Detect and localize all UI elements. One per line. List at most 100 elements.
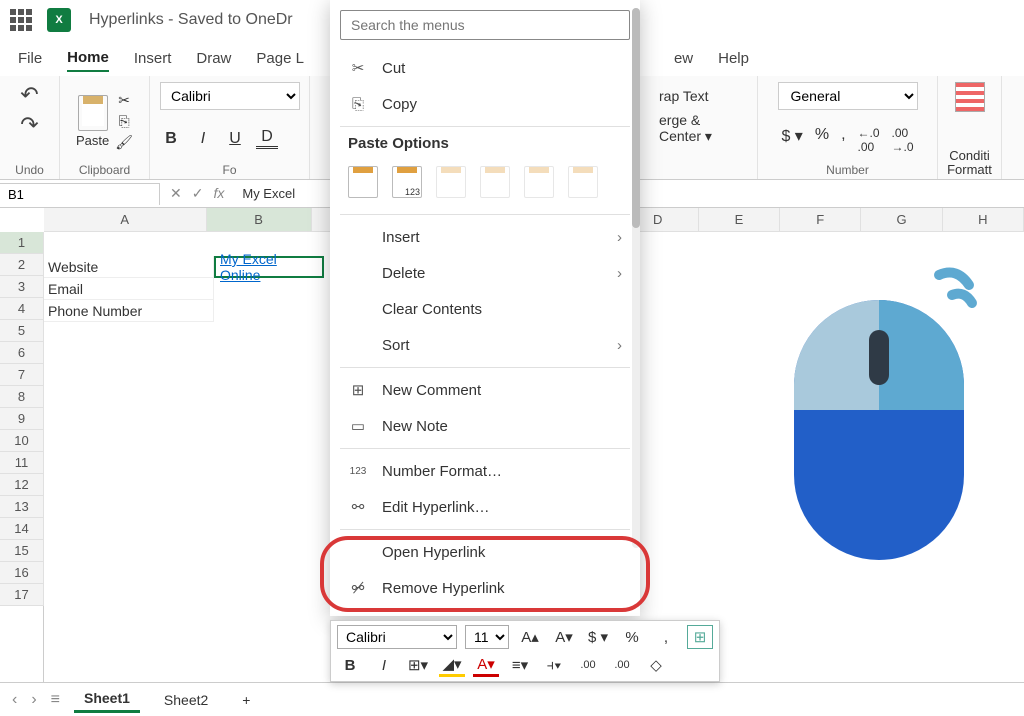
row-header-3[interactable]: 3 bbox=[0, 276, 44, 298]
context-open-hyperlink[interactable]: Open Hyperlink bbox=[330, 534, 640, 570]
mini-fill-color[interactable]: ◢▾ bbox=[439, 653, 465, 677]
paste-values-icon[interactable]: 123 bbox=[392, 166, 422, 198]
tab-draw[interactable]: Draw bbox=[196, 46, 231, 71]
col-header-g[interactable]: G bbox=[861, 208, 942, 232]
cancel-formula-icon[interactable]: ✕ bbox=[170, 185, 182, 202]
cell-a1[interactable]: Website bbox=[44, 256, 214, 278]
sheet-all-icon[interactable]: ≡ bbox=[51, 691, 60, 709]
context-copy[interactable]: ⎘Copy bbox=[330, 86, 640, 122]
cut-icon[interactable]: ✂ bbox=[118, 92, 130, 109]
context-remove-hyperlink[interactable]: ⚯̸Remove Hyperlink bbox=[330, 570, 640, 606]
name-box[interactable] bbox=[0, 183, 160, 205]
mini-borders-icon[interactable]: ⊞▾ bbox=[405, 653, 431, 677]
wrap-text-button[interactable]: rap Text bbox=[659, 88, 737, 104]
conditional-formatting-icon[interactable] bbox=[955, 82, 985, 112]
add-sheet-button[interactable]: + bbox=[232, 688, 260, 712]
tab-file[interactable]: File bbox=[18, 46, 42, 71]
row-header-14[interactable]: 14 bbox=[0, 518, 44, 540]
mini-table-icon[interactable]: ⊞ bbox=[687, 625, 713, 649]
cell-b1-active[interactable]: My Excel Online bbox=[214, 256, 324, 278]
mini-percent[interactable]: % bbox=[619, 625, 645, 649]
mini-merge-icon[interactable]: ⫞▾ bbox=[541, 653, 567, 677]
mini-grow-font[interactable]: A▴ bbox=[517, 625, 543, 649]
formula-value-fragment[interactable]: My Excel bbox=[234, 186, 303, 201]
tab-home[interactable]: Home bbox=[67, 45, 109, 72]
tab-insert[interactable]: Insert bbox=[134, 46, 172, 71]
mini-font-color[interactable]: A▾ bbox=[473, 653, 499, 677]
context-delete[interactable]: Delete› bbox=[330, 255, 640, 291]
mini-clear-icon[interactable]: ◇ bbox=[643, 653, 669, 677]
context-edit-hyperlink[interactable]: ⚯Edit Hyperlink… bbox=[330, 489, 640, 525]
col-header-b[interactable]: B bbox=[207, 208, 312, 232]
copy-icon[interactable]: ⎘ bbox=[119, 113, 130, 130]
row-header-12[interactable]: 12 bbox=[0, 474, 44, 496]
sheet-prev-icon[interactable]: ‹ bbox=[12, 691, 17, 709]
undo-button[interactable] bbox=[17, 82, 43, 108]
context-cut[interactable]: ✂Cut bbox=[330, 50, 640, 86]
mini-size-select[interactable]: 11 bbox=[465, 625, 509, 649]
sheet-next-icon[interactable]: › bbox=[31, 691, 36, 709]
context-number-format[interactable]: 123Number Format… bbox=[330, 453, 640, 489]
underline-button[interactable]: U bbox=[224, 130, 246, 148]
col-header-e[interactable]: E bbox=[699, 208, 780, 232]
row-header-5[interactable]: 5 bbox=[0, 320, 44, 342]
format-painter-icon[interactable]: 🖌 bbox=[115, 134, 133, 151]
paste-icon[interactable] bbox=[78, 95, 108, 131]
redo-button[interactable] bbox=[17, 112, 43, 138]
tab-help[interactable]: Help bbox=[718, 46, 749, 71]
row-header-7[interactable]: 7 bbox=[0, 364, 44, 386]
context-scrollbar[interactable] bbox=[632, 8, 640, 548]
row-header-17[interactable]: 17 bbox=[0, 584, 44, 606]
tab-page-layout[interactable]: Page L bbox=[256, 46, 304, 71]
comma-button[interactable]: , bbox=[841, 126, 845, 154]
col-header-h[interactable]: H bbox=[943, 208, 1024, 232]
mini-comma[interactable]: , bbox=[653, 625, 679, 649]
col-header-a[interactable]: A bbox=[44, 208, 207, 232]
col-header-f[interactable]: F bbox=[780, 208, 861, 232]
currency-button[interactable]: $ ▾ bbox=[781, 126, 802, 154]
cell-a3[interactable]: Phone Number bbox=[44, 300, 214, 322]
font-family-select[interactable]: Calibri bbox=[160, 82, 300, 110]
row-header-13[interactable]: 13 bbox=[0, 496, 44, 518]
sheet-tab-1[interactable]: Sheet1 bbox=[74, 686, 140, 713]
mini-inc-decimal[interactable]: .00 bbox=[609, 653, 635, 677]
tab-view-fragment[interactable]: ew bbox=[674, 46, 693, 71]
mini-italic[interactable]: I bbox=[371, 653, 397, 677]
context-search-input[interactable] bbox=[340, 10, 630, 40]
bold-button[interactable]: B bbox=[160, 130, 182, 148]
context-sort[interactable]: Sort› bbox=[330, 327, 640, 363]
context-clear-contents[interactable]: Clear Contents bbox=[330, 291, 640, 327]
context-new-note[interactable]: ▭New Note bbox=[330, 408, 640, 444]
mini-dec-decimal[interactable]: .00 bbox=[575, 653, 601, 677]
row-header-16[interactable]: 16 bbox=[0, 562, 44, 584]
col-header-c-fragment[interactable] bbox=[312, 208, 331, 232]
row-header-10[interactable]: 10 bbox=[0, 430, 44, 452]
double-underline-button[interactable]: D bbox=[256, 128, 278, 149]
mini-font-select[interactable]: Calibri bbox=[337, 625, 457, 649]
mini-align-icon[interactable]: ≡▾ bbox=[507, 653, 533, 677]
decrease-decimal-button[interactable]: ←.0.00 bbox=[858, 126, 880, 154]
app-launcher-icon[interactable] bbox=[10, 9, 32, 31]
row-header-9[interactable]: 9 bbox=[0, 408, 44, 430]
paste-all-icon[interactable] bbox=[348, 166, 378, 198]
italic-button[interactable]: I bbox=[192, 130, 214, 148]
fx-icon[interactable]: fx bbox=[213, 185, 224, 202]
row-header-2[interactable]: 2 bbox=[0, 254, 44, 276]
context-new-comment[interactable]: ⊞New Comment bbox=[330, 372, 640, 408]
merge-center-button[interactable]: erge & Center ▾ bbox=[659, 112, 737, 145]
cell-a2[interactable]: Email bbox=[44, 278, 214, 300]
row-header-1[interactable]: 1 bbox=[0, 232, 44, 254]
mini-currency[interactable]: $ ▾ bbox=[585, 625, 611, 649]
row-header-11[interactable]: 11 bbox=[0, 452, 44, 474]
row-header-8[interactable]: 8 bbox=[0, 386, 44, 408]
mini-bold[interactable]: B bbox=[337, 653, 363, 677]
accept-formula-icon[interactable]: ✓ bbox=[192, 185, 204, 202]
sheet-tab-2[interactable]: Sheet2 bbox=[154, 688, 218, 712]
row-header-15[interactable]: 15 bbox=[0, 540, 44, 562]
number-format-select[interactable]: General bbox=[778, 82, 918, 110]
mini-shrink-font[interactable]: A▾ bbox=[551, 625, 577, 649]
increase-decimal-button[interactable]: .00→.0 bbox=[892, 126, 914, 154]
row-header-6[interactable]: 6 bbox=[0, 342, 44, 364]
row-header-4[interactable]: 4 bbox=[0, 298, 44, 320]
context-insert[interactable]: Insert› bbox=[330, 219, 640, 255]
